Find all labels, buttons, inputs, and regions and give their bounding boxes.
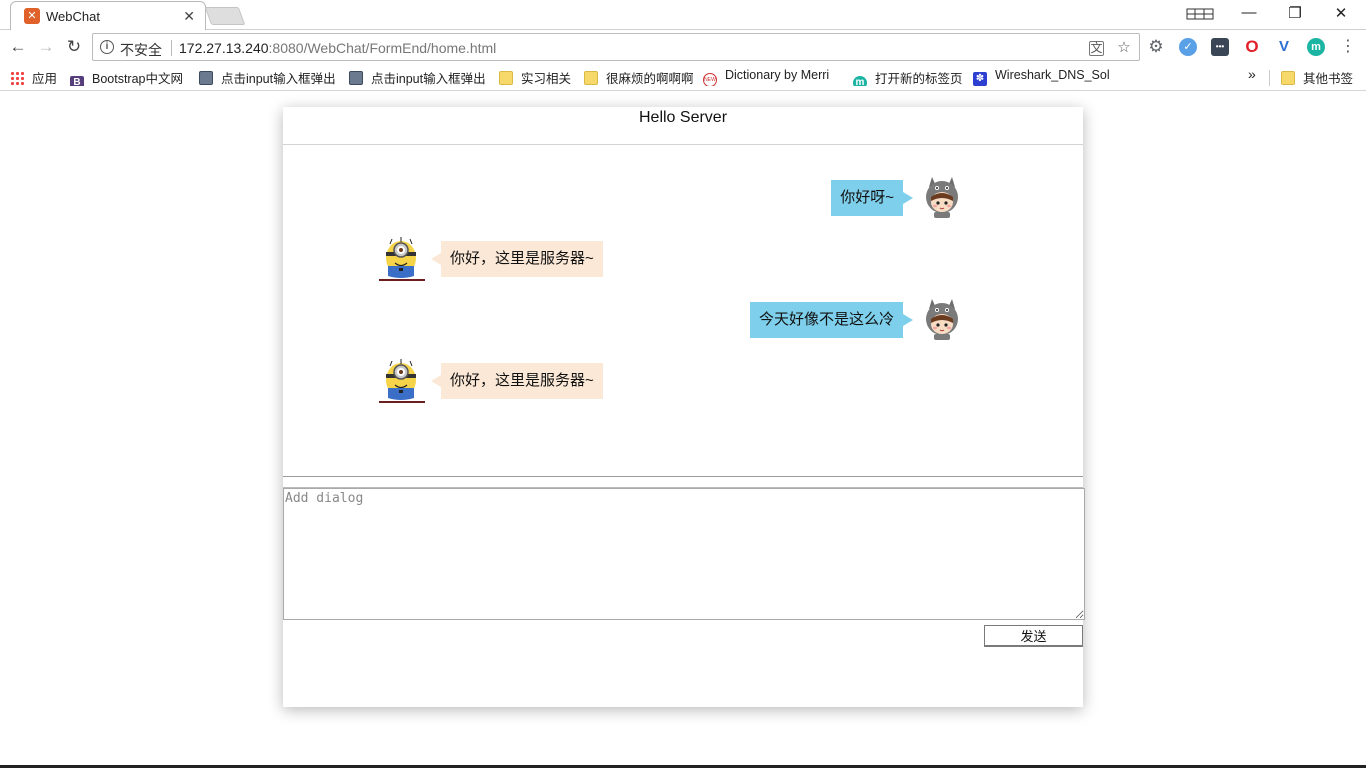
bookmark-other[interactable]: 其他书签: [1281, 68, 1353, 86]
window-close-button[interactable]: ✕: [1326, 4, 1356, 22]
bookmark-apps[interactable]: 应用: [10, 68, 57, 86]
message-item-server: 你好，这里是服务器~: [379, 358, 603, 404]
opera-extension-icon[interactable]: O: [1243, 38, 1261, 56]
bookmark-dictionary[interactable]: NEW Dictionary by Merri: [703, 68, 841, 86]
apps-grid-icon: [10, 71, 24, 85]
browser-toolbar: ← → ↻ i 不安全 172.27.13.240:8080/WebChat/F…: [0, 30, 1366, 63]
profile-icon[interactable]: [1186, 6, 1214, 22]
info-icon[interactable]: i: [100, 40, 114, 54]
tab-webchat[interactable]: ✕ WebChat ✕: [10, 1, 206, 30]
more-bookmarks-button[interactable]: »: [1248, 66, 1256, 84]
bookmarks-bar: 应用 B Bootstrap中文网 点击input输入框弹出 点击input输入框…: [0, 63, 1366, 91]
translate-icon[interactable]: 文: [1089, 41, 1104, 56]
totoro-girl-avatar: [919, 297, 965, 343]
dialog-input[interactable]: [283, 488, 1085, 620]
xampp-icon: ✕: [24, 8, 40, 24]
restore-button[interactable]: ❐: [1280, 4, 1310, 22]
minion-avatar: [379, 236, 425, 282]
chat-panel: Hello Server 你好呀~ 你好，这里是服务器~ 今天好像不是这么冷 你…: [283, 107, 1085, 707]
message-item-client: 今天好像不是这么冷: [749, 297, 965, 343]
url-host: 172.27.13.240: [179, 40, 269, 56]
bookmarks-divider: [1269, 70, 1270, 86]
bookmark-star-icon[interactable]: ☆: [1115, 39, 1133, 57]
address-bar[interactable]: i 不安全 172.27.13.240:8080/WebChat/FormEnd…: [92, 33, 1140, 61]
bootstrap-icon: B: [70, 76, 84, 86]
bookmark-folder-internship[interactable]: 实习相关: [499, 68, 571, 86]
check-extension-icon[interactable]: ✓: [1179, 38, 1197, 56]
url-path: :8080/WebChat/FormEnd/home.html: [268, 40, 497, 56]
client-message-bubble: 今天好像不是这么冷: [749, 302, 914, 338]
bookmark-bootstrap[interactable]: B Bootstrap中文网: [70, 68, 183, 86]
message-list[interactable]: 你好呀~ 你好，这里是服务器~ 今天好像不是这么冷 你好，这里是服务器~: [283, 145, 1083, 477]
paw-icon: ✽: [973, 72, 987, 86]
security-label[interactable]: 不安全: [120, 40, 162, 60]
bookmark-input-popup-1[interactable]: 点击input输入框弹出: [199, 68, 337, 86]
client-message-bubble: 你好呀~: [831, 180, 913, 216]
chat-title: Hello Server: [283, 107, 1083, 145]
close-tab-icon[interactable]: ✕: [183, 8, 195, 25]
message-item-client: 你好呀~: [831, 175, 965, 221]
tab-strip: ✕ WebChat ✕ — ❐ ✕: [0, 0, 1366, 30]
chrome-menu-icon[interactable]: ⋮: [1340, 36, 1356, 58]
v-extension-icon[interactable]: V: [1275, 38, 1293, 56]
bookmark-input-popup-2[interactable]: 点击input输入框弹出: [349, 68, 487, 86]
bookmark-new-tab[interactable]: m 打开新的标签页: [853, 68, 963, 86]
forward-button[interactable]: →: [35, 36, 57, 58]
send-button[interactable]: 发送: [984, 625, 1083, 647]
minimize-button[interactable]: —: [1234, 4, 1264, 21]
folder-icon: [584, 71, 598, 85]
server-message-bubble: 你好，这里是服务器~: [431, 363, 603, 399]
page-icon: [199, 71, 213, 85]
m-extension-icon[interactable]: m: [1307, 38, 1325, 56]
dictionary-icon: NEW: [703, 73, 717, 86]
back-button[interactable]: ←: [7, 36, 29, 58]
dashboard-extension-icon[interactable]: •••: [1211, 38, 1229, 56]
url-text[interactable]: 172.27.13.240:8080/WebChat/FormEnd/home.…: [179, 40, 496, 56]
bookmark-wireshark[interactable]: ✽ Wireshark_DNS_Sol: [973, 68, 1109, 86]
m-icon: m: [853, 76, 867, 86]
settings-extension-icon[interactable]: ⚙: [1147, 38, 1165, 56]
folder-icon: [499, 71, 513, 85]
server-message-bubble: 你好，这里是服务器~: [431, 241, 603, 277]
message-item-server: 你好，这里是服务器~: [379, 236, 603, 282]
omnibox-divider: [171, 40, 172, 56]
reload-button[interactable]: ↻: [63, 36, 85, 58]
folder-icon: [1281, 71, 1295, 85]
bookmark-folder-annoying[interactable]: 很麻烦的啊啊啊: [584, 68, 694, 86]
totoro-girl-avatar: [919, 175, 965, 221]
new-tab-button[interactable]: [204, 7, 246, 25]
page-icon: [349, 71, 363, 85]
minion-avatar: [379, 358, 425, 404]
tab-title: WebChat: [46, 9, 100, 24]
